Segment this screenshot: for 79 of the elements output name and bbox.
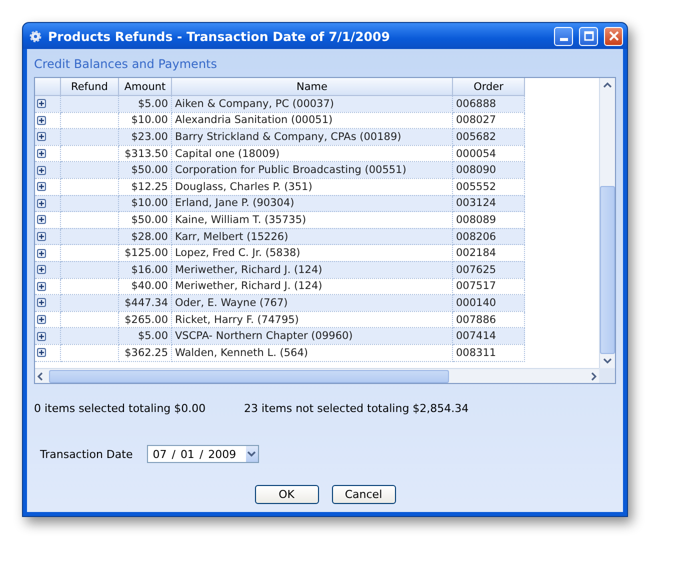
table-cell: Oder, E. Wayne (767) <box>172 294 452 312</box>
refund-cell[interactable] <box>60 128 118 146</box>
table-cell: $447.34 <box>118 294 172 312</box>
refund-cell[interactable] <box>60 294 118 312</box>
expand-icon[interactable] <box>37 116 46 125</box>
table-cell: 005682 <box>452 128 524 146</box>
refund-cell[interactable] <box>60 228 118 245</box>
refund-cell[interactable] <box>60 195 118 212</box>
expand-icon[interactable] <box>37 198 46 208</box>
refund-cell[interactable] <box>60 261 118 278</box>
column-header[interactable]: Amount <box>118 78 172 96</box>
expand-icon[interactable] <box>37 149 46 158</box>
minimize-icon <box>560 38 568 41</box>
table-cell: Barry Strickland & Company, CPAs (00189) <box>172 128 452 146</box>
table-cell: $23.00 <box>118 128 172 146</box>
table-cell: 008090 <box>452 162 524 178</box>
table-cell: $16.00 <box>118 261 172 278</box>
expand-icon[interactable] <box>37 332 46 341</box>
table-cell: Aiken & Company, PC (00037) <box>172 96 452 112</box>
table-cell: Meriwether, Richard J. (124) <box>172 261 452 278</box>
expand-icon[interactable] <box>37 99 46 108</box>
expand-icon[interactable] <box>37 232 46 242</box>
table-cell: 000140 <box>452 294 524 312</box>
scroll-thumb[interactable] <box>49 370 449 382</box>
expand-icon[interactable] <box>37 132 46 142</box>
table-cell: 003124 <box>452 195 524 212</box>
scroll-up-icon[interactable] <box>603 82 612 88</box>
expand-icon[interactable] <box>37 315 46 324</box>
expand-icon[interactable] <box>37 265 46 274</box>
expand-icon[interactable] <box>37 282 46 291</box>
selected-summary: 0 items selected totaling $0.00 <box>34 402 207 415</box>
refund-cell[interactable] <box>60 344 118 361</box>
table-cell: VSCPA- Northern Chapter (09960) <box>172 328 452 344</box>
table-cell: $28.00 <box>118 228 172 245</box>
window-title: Products Refunds - Transaction Date of 7/1/2009 <box>48 28 391 44</box>
table-cell: 008311 <box>452 344 524 361</box>
not-selected-summary: 23 items not selected totaling $2,854.34 <box>244 402 469 415</box>
table-cell: Walden, Kenneth L. (564) <box>172 344 452 361</box>
minimize-button[interactable] <box>554 26 573 46</box>
expand-icon[interactable] <box>37 166 46 175</box>
date-picker[interactable]: 07 / 01 / 2009 <box>146 445 259 463</box>
table-cell: Corporation for Public Broadcasting (00551) <box>172 162 452 178</box>
column-header[interactable]: Refund <box>60 78 118 96</box>
ok-button[interactable]: OK <box>254 485 318 504</box>
table-cell: 007414 <box>452 328 524 344</box>
table-cell: 008206 <box>452 228 524 245</box>
column-header[interactable]: Name <box>172 78 452 96</box>
close-icon <box>608 30 620 42</box>
expand-icon[interactable] <box>37 248 46 258</box>
refund-cell[interactable] <box>60 162 118 178</box>
expand-icon[interactable] <box>37 298 46 308</box>
section-title: Credit Balances and Payments <box>34 56 218 73</box>
table-cell: Erland, Jane P. (90304) <box>172 195 452 212</box>
table-cell: $362.25 <box>118 344 172 361</box>
expand-icon[interactable] <box>37 182 46 192</box>
table-cell: 006888 <box>452 96 524 112</box>
table-cell: $10.00 <box>118 195 172 212</box>
vertical-scrollbar[interactable] <box>599 78 615 368</box>
cancel-button[interactable]: Cancel <box>332 485 396 504</box>
close-button[interactable] <box>604 26 623 46</box>
scrollbar-corner <box>599 368 615 383</box>
table-cell: $50.00 <box>118 162 172 178</box>
dropdown-icon[interactable] <box>247 451 256 457</box>
horizontal-scrollbar[interactable] <box>35 368 599 383</box>
refund-cell[interactable] <box>60 96 118 112</box>
expand-icon[interactable] <box>37 348 46 358</box>
refund-cell[interactable] <box>60 328 118 344</box>
maximize-button[interactable] <box>579 26 598 46</box>
table-cell: Karr, Melbert (15226) <box>172 228 452 245</box>
table-cell: $5.00 <box>118 328 172 344</box>
table-cell: $5.00 <box>118 96 172 112</box>
expand-icon[interactable] <box>37 215 46 224</box>
gear-icon <box>29 30 42 42</box>
transaction-date-label: Transaction Date <box>40 448 133 460</box>
scroll-down-icon[interactable] <box>603 358 612 364</box>
maximize-icon <box>582 30 594 42</box>
scroll-thumb[interactable] <box>600 186 615 354</box>
column-header[interactable]: Order <box>452 78 524 96</box>
table-cell: 007625 <box>452 261 524 278</box>
